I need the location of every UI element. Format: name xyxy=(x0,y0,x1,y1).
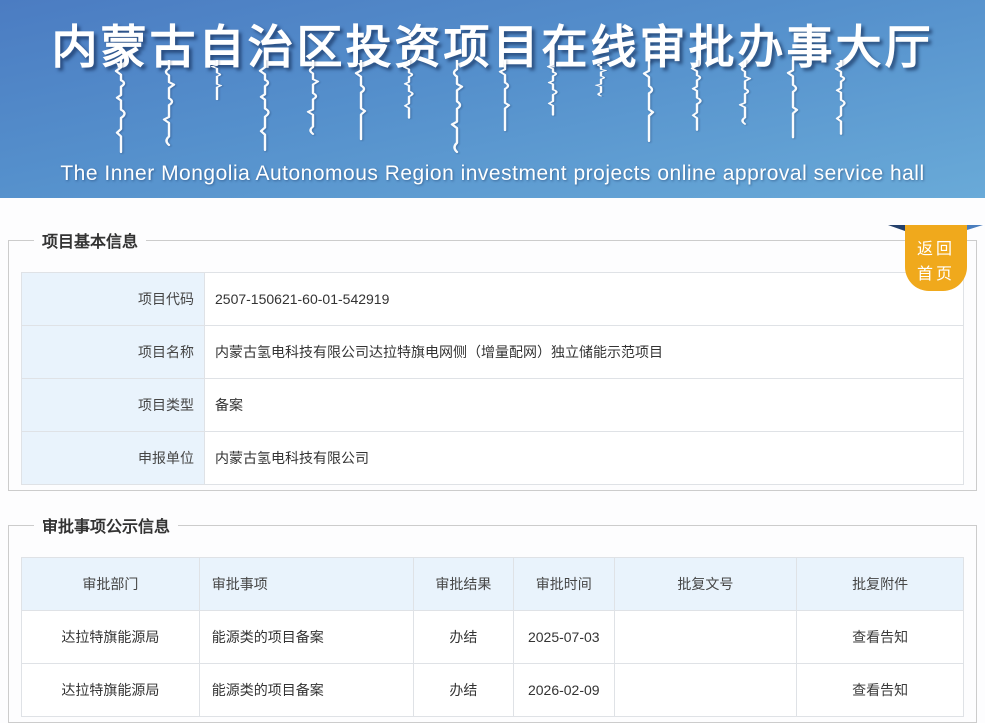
table-header-row: 审批部门 审批事项 审批结果 审批时间 批复文号 批复附件 xyxy=(21,557,964,611)
col-header-result: 审批结果 xyxy=(412,557,515,611)
cell-doc-number xyxy=(613,610,798,664)
cell-result: 办结 xyxy=(412,610,515,664)
col-header-attachment: 批复附件 xyxy=(796,557,964,611)
site-subtitle-english: The Inner Mongolia Autonomous Region inv… xyxy=(60,162,925,185)
table-row: 项目代码 2507-150621-60-01-542919 xyxy=(21,272,964,326)
basic-info-section-title: 项目基本信息 xyxy=(42,234,139,251)
info-label-project-name: 项目名称 xyxy=(21,325,205,379)
basic-info-table: 项目代码 2507-150621-60-01-542919 项目名称 内蒙古氢电… xyxy=(21,272,964,485)
cell-result: 办结 xyxy=(412,663,515,717)
back-home-label-line2: 首页 xyxy=(916,266,955,283)
basic-info-section: 项目基本信息 项目代码 2507-150621-60-01-542919 项目名… xyxy=(8,228,977,491)
cell-doc-number xyxy=(613,663,798,717)
info-value-project-type: 备案 xyxy=(204,378,964,432)
approval-info-section: 审批事项公示信息 审批部门 审批事项 审批结果 审批时间 批复文号 批复附件 达… xyxy=(8,513,977,723)
cell-item: 能源类的项目备案 xyxy=(198,610,414,664)
info-label-declaring-unit: 申报单位 xyxy=(21,431,205,485)
col-header-item: 审批事项 xyxy=(198,557,414,611)
cell-time: 2025-07-03 xyxy=(513,610,615,664)
approval-info-section-title: 审批事项公示信息 xyxy=(42,519,171,536)
cell-item: 能源类的项目备案 xyxy=(198,663,414,717)
col-header-doc-number: 批复文号 xyxy=(613,557,798,611)
page-content: 返回 首页 项目基本信息 项目代码 2507-150621-60-01-5429… xyxy=(0,225,985,723)
cell-attachment: 查看告知 xyxy=(796,610,964,664)
info-label-project-type: 项目类型 xyxy=(21,378,205,432)
table-row: 项目名称 内蒙古氢电科技有限公司达拉特旗电网侧（增量配网）独立储能示范项目 xyxy=(21,325,964,379)
back-home-label-line1: 返回 xyxy=(916,241,955,258)
cell-department: 达拉特旗能源局 xyxy=(21,610,200,664)
cell-time: 2026-02-09 xyxy=(513,663,615,717)
view-notice-link[interactable]: 查看告知 xyxy=(852,682,908,698)
approval-info-table: 审批部门 审批事项 审批结果 审批时间 批复文号 批复附件 达拉特旗能源局 能源… xyxy=(21,557,964,717)
table-row: 项目类型 备案 xyxy=(21,378,964,432)
cell-attachment: 查看告知 xyxy=(796,663,964,717)
col-header-department: 审批部门 xyxy=(21,557,200,611)
back-home-button[interactable]: 返回 首页 xyxy=(888,225,983,291)
table-row: 申报单位 内蒙古氢电科技有限公司 xyxy=(21,431,964,485)
table-row: 达拉特旗能源局 能源类的项目备案 办结 2026-02-09 查看告知 xyxy=(21,663,964,717)
cell-department: 达拉特旗能源局 xyxy=(21,663,200,717)
info-value-declaring-unit: 内蒙古氢电科技有限公司 xyxy=(204,431,964,485)
view-notice-link[interactable]: 查看告知 xyxy=(852,629,908,645)
info-value-project-code: 2507-150621-60-01-542919 xyxy=(204,272,964,326)
table-row: 达拉特旗能源局 能源类的项目备案 办结 2025-07-03 查看告知 xyxy=(21,610,964,664)
col-header-time: 审批时间 xyxy=(513,557,615,611)
info-label-project-code: 项目代码 xyxy=(21,272,205,326)
mongolian-script-decoration xyxy=(43,60,943,156)
info-value-project-name: 内蒙古氢电科技有限公司达拉特旗电网侧（增量配网）独立储能示范项目 xyxy=(204,325,964,379)
site-banner: 内蒙古自治区投资项目在线审批办事大厅 The Inner Mongolia Au… xyxy=(0,0,985,198)
site-title-chinese: 内蒙古自治区投资项目在线审批办事大厅 xyxy=(51,22,934,73)
